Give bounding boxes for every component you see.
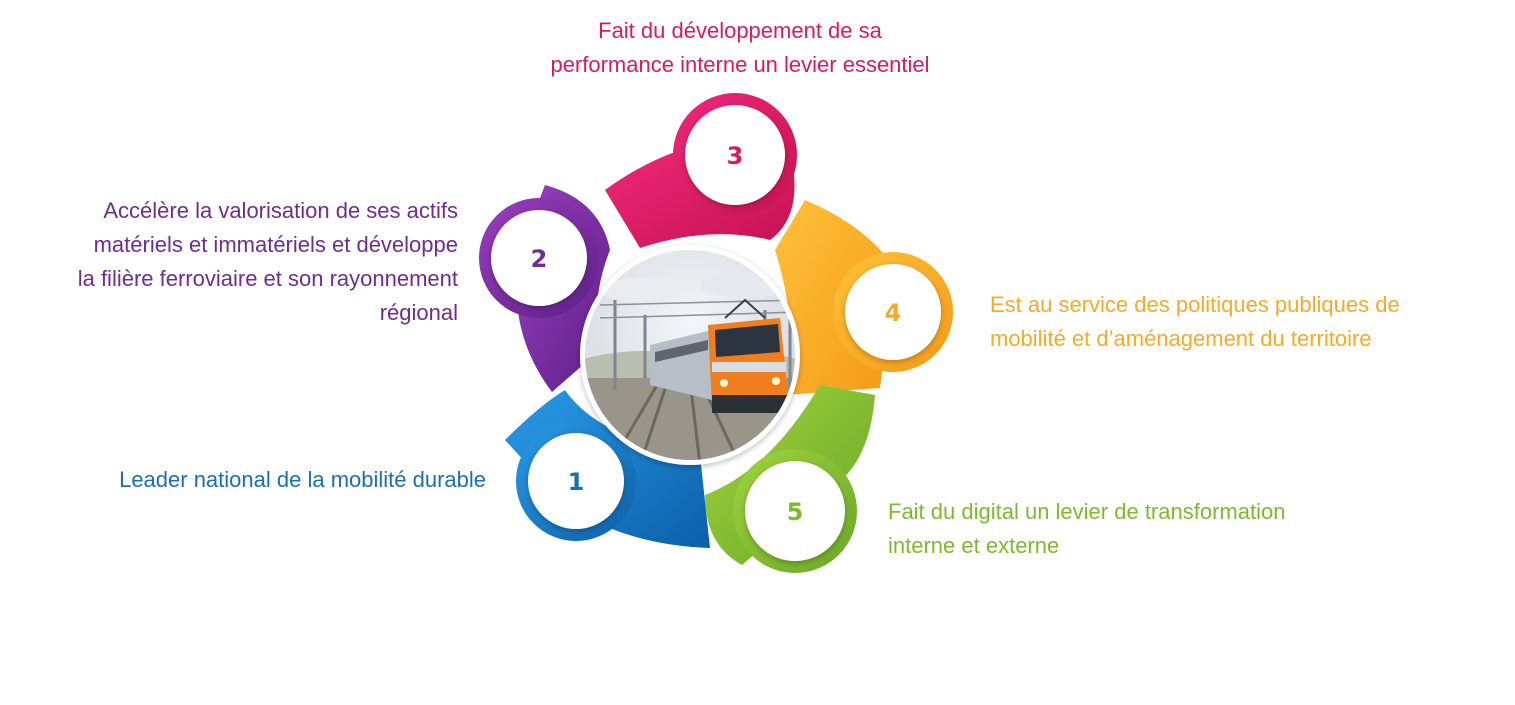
step-3-badge: 3: [673, 93, 797, 217]
step-5-text: Fait du digital un levier de transformat…: [888, 495, 1408, 563]
step-1-line: Leader national de la mobilité durable: [119, 467, 486, 492]
step-5-badge: 5: [733, 449, 857, 573]
step-1-text: Leader national de la mobilité durable: [20, 463, 486, 497]
step-3-number: 3: [727, 142, 744, 170]
step-1-badge: 1: [516, 421, 636, 541]
step-5-line: interne et externe: [888, 533, 1060, 558]
step-5-number: 5: [787, 498, 804, 526]
step-2-line: Accélère la valorisation de ses actifs: [103, 198, 458, 223]
step-3-line: performance interne un levier essentiel: [550, 52, 930, 77]
step-2-text: Accélère la valorisation de ses actifs m…: [10, 194, 458, 330]
step-2-line: la filière ferroviaire et son rayonnemen…: [77, 266, 458, 291]
step-3-line: Fait du développement de sa: [598, 18, 882, 43]
step-2-line: régional: [379, 300, 458, 325]
step-4-badge: 4: [833, 252, 953, 372]
step-2-badge: 2: [479, 198, 599, 318]
step-1-number: 1: [568, 468, 585, 496]
step-2-number: 2: [531, 245, 548, 273]
step-4-text: Est au service des politiques publiques …: [990, 288, 1490, 356]
step-4-line: Est au service des politiques publiques …: [990, 292, 1400, 317]
step-4-line: mobilité et d’aménagement du territoire: [990, 326, 1372, 351]
step-3-text: Fait du développement de sa performance …: [505, 14, 975, 82]
step-5-line: Fait du digital un levier de transformat…: [888, 499, 1286, 524]
step-2-line: matériels et immatériels et développe: [93, 232, 458, 257]
step-4-number: 4: [885, 299, 902, 327]
